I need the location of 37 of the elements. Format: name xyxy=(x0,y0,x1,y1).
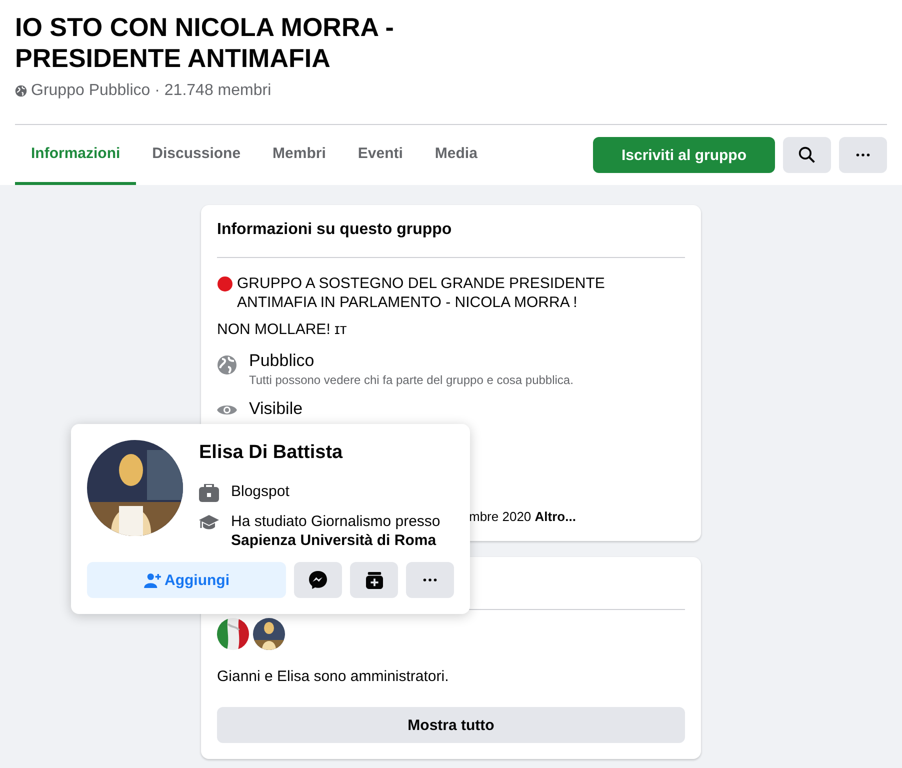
globe-icon xyxy=(217,355,237,375)
more-icon xyxy=(856,153,870,157)
briefcase-icon xyxy=(199,484,219,502)
status-dot-icon xyxy=(217,276,233,292)
description-text: NON MOLLARE! ɪᴛ xyxy=(217,320,347,339)
profile-detail: Blogspot xyxy=(231,482,290,501)
tab[interactable]: Membri xyxy=(256,125,342,185)
search-icon xyxy=(798,146,816,164)
tab[interactable]: Discussione xyxy=(136,125,257,185)
history-text: mbre 2020 Altro... xyxy=(469,509,577,524)
messenger-icon xyxy=(309,571,327,589)
setting-title: Visibile xyxy=(249,399,303,419)
card-title: Informazioni su questo gruppo xyxy=(217,221,453,240)
setting-title: Pubblico xyxy=(249,351,316,371)
eye-icon xyxy=(217,403,237,417)
globe-icon xyxy=(15,85,27,97)
add-friend-icon xyxy=(144,572,160,588)
graduation-cap-icon xyxy=(199,514,219,532)
profile-name[interactable]: Elisa Di Battista xyxy=(199,442,446,464)
admins-text: Gianni e Elisa sono amministratori. xyxy=(217,668,450,685)
flag-avatar[interactable] xyxy=(217,618,249,650)
box-plus-icon xyxy=(366,572,382,588)
join-button[interactable]: Iscriviti al gruppo xyxy=(593,137,775,173)
show-all-button[interactable]: Mostra tutto xyxy=(217,707,685,743)
tab[interactable]: Media xyxy=(418,125,494,185)
tab[interactable]: Informazioni xyxy=(15,125,136,185)
profile-detail: Ha studiato Giornalismo presso Sapienza Università di Roma xyxy=(231,512,442,550)
follow-button[interactable] xyxy=(350,562,398,598)
add-friend-button[interactable]: Aggiungi xyxy=(87,562,286,598)
more-icon xyxy=(423,578,437,582)
messenger-button[interactable] xyxy=(294,562,342,598)
group-title: IO STO CON NICOLA MORRA - PRESIDENTE ANTIMAFIA xyxy=(15,12,395,74)
setting-description: Tutti possono vedere chi fa parte del gruppo e cosa pubblica. xyxy=(249,373,574,387)
tab[interactable]: Eventi xyxy=(342,125,419,185)
description-text: GRUPPO A SOSTEGNO DEL GRANDE PRESIDENTE ANTIMAFIA IN PARLAMENTO - NICOLA MORRA ! xyxy=(237,274,606,312)
group-info: Gruppo Pubblico · 21.748 membri xyxy=(31,82,272,100)
search-button[interactable] xyxy=(783,137,831,173)
